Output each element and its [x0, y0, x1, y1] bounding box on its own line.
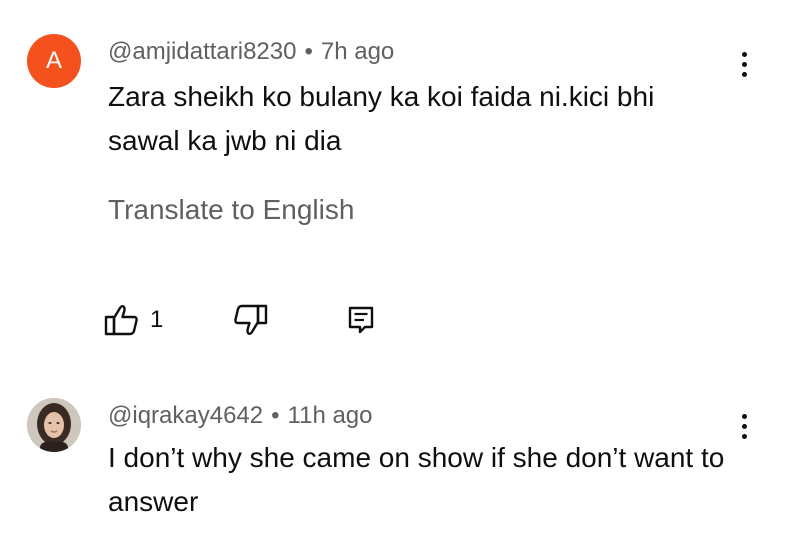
comment-item: A @amjidattari8230 • 7h ago Zara sheikh ko… — [0, 0, 800, 370]
comment-meta: @iqrakay4642 • 11h ago — [108, 402, 373, 430]
user-photo-icon — [27, 398, 81, 452]
like-count: 1 — [150, 306, 164, 333]
meta-separator: • — [271, 402, 280, 429]
comment-actions: 1 — [104, 300, 424, 340]
comment-meta: @amjidattari8230 • 7h ago — [108, 38, 394, 66]
comment-author[interactable]: @iqrakay4642 — [108, 402, 263, 429]
comment-item: @iqrakay4642 • 11h ago I don’t why she cam… — [0, 370, 800, 540]
avatar[interactable]: A — [27, 34, 81, 88]
comment-menu-button[interactable] — [730, 44, 758, 84]
thumbs-up-icon — [104, 304, 140, 336]
avatar-letter: A — [45, 47, 62, 74]
more-vert-icon-dot — [741, 61, 747, 67]
more-vert-icon-dot — [741, 433, 747, 439]
comment-time[interactable]: 11h ago — [288, 402, 373, 429]
comment-author[interactable]: @amjidattari8230 — [108, 38, 296, 65]
thumbs-down-icon — [232, 304, 268, 336]
dislike-button[interactable] — [232, 300, 268, 340]
reply-icon — [347, 305, 375, 335]
more-vert-icon — [741, 413, 747, 419]
more-vert-icon-dot — [741, 71, 747, 77]
reply-button[interactable] — [347, 300, 375, 340]
avatar[interactable] — [27, 398, 81, 452]
more-vert-icon — [741, 51, 747, 57]
comment-text: I don’t why she came on show if she don’… — [108, 442, 725, 517]
comment-menu-button[interactable] — [730, 406, 758, 446]
translate-button[interactable]: Translate to English — [108, 194, 354, 226]
like-button[interactable]: 1 — [104, 300, 163, 340]
meta-separator: • — [304, 38, 313, 65]
comment-time[interactable]: 7h ago — [321, 38, 394, 65]
comment-text: Zara sheikh ko bulany ka koi faida ni.ki… — [108, 81, 655, 156]
more-vert-icon-dot — [741, 423, 747, 429]
